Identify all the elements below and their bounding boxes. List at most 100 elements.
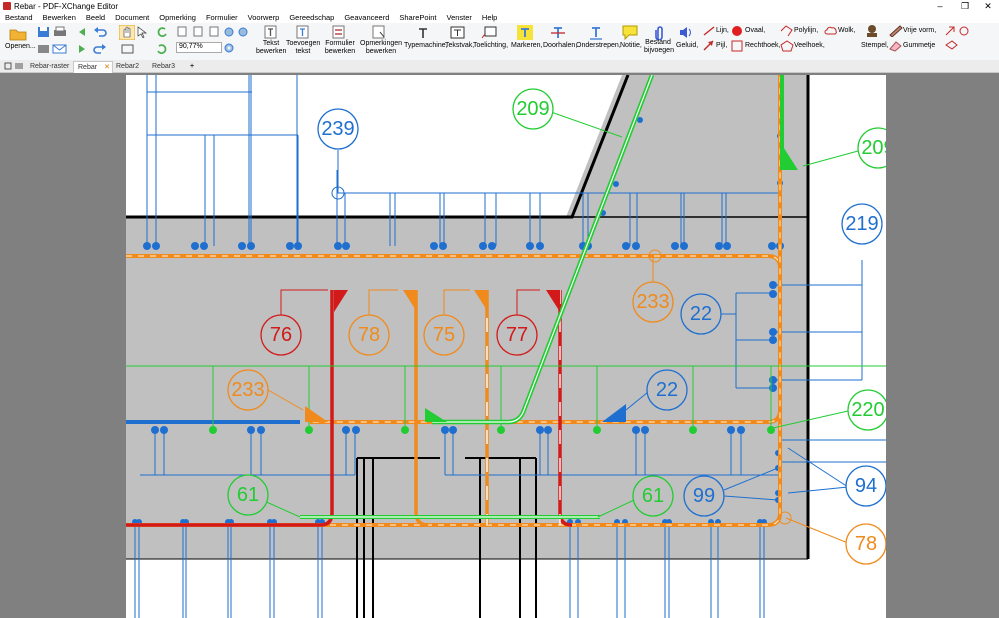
menu-help[interactable]: Help xyxy=(477,13,502,22)
label-233-right[interactable]: 233 xyxy=(636,291,669,313)
minimize-button[interactable]: – xyxy=(930,0,950,12)
attach-file-button[interactable]: Bestand bijvoegen xyxy=(644,39,674,55)
add-text-button[interactable]: Toevoegen tekst xyxy=(286,40,320,56)
line-button[interactable]: Lijn, xyxy=(716,27,729,35)
label-239[interactable]: 239 xyxy=(321,118,354,140)
label-61-left[interactable]: 61 xyxy=(237,484,259,506)
oval-button[interactable]: Ovaal, xyxy=(745,27,765,35)
label-209-b[interactable]: 209 xyxy=(861,137,886,159)
callout-icon[interactable] xyxy=(481,26,497,40)
zoom-in-out-icons[interactable] xyxy=(223,26,251,38)
label-77[interactable]: 77 xyxy=(506,324,528,346)
rectangle-icon[interactable] xyxy=(731,40,743,52)
tab-close-icon[interactable]: ✕ xyxy=(104,62,110,73)
label-78-top[interactable]: 78 xyxy=(358,324,380,346)
tab-rebar-raster[interactable]: Rebar-raster xyxy=(26,61,70,72)
strikeout-button[interactable]: Doorhalen, xyxy=(543,42,577,50)
label-94[interactable]: 94 xyxy=(855,475,877,497)
edit-text-button[interactable]: Tekst bewerken xyxy=(256,40,286,56)
edit-text-icon[interactable] xyxy=(264,25,278,39)
label-61-right[interactable]: 61 xyxy=(642,485,664,507)
menu-bewerken[interactable]: Bewerken xyxy=(38,13,81,22)
callout-button[interactable]: Toelichting, xyxy=(473,42,508,50)
oval-icon[interactable] xyxy=(731,25,743,37)
label-75[interactable]: 75 xyxy=(433,324,455,346)
line-icon[interactable] xyxy=(703,26,715,36)
cloud-button[interactable]: Wolk, xyxy=(838,27,855,35)
hamburger-icon[interactable] xyxy=(15,62,23,70)
freehand-icon[interactable] xyxy=(889,25,903,37)
menu-bestand[interactable]: Bestand xyxy=(0,13,38,22)
note-button[interactable]: Notitie, xyxy=(620,42,642,50)
eraser-icon[interactable] xyxy=(889,40,903,52)
maximize-button[interactable]: ❐ xyxy=(955,0,975,12)
form-edit-icon[interactable] xyxy=(332,25,346,39)
snapshot-icon[interactable] xyxy=(121,43,135,55)
folder-open-icon[interactable] xyxy=(9,27,27,41)
add-text-icon[interactable] xyxy=(296,25,310,39)
menu-beeld[interactable]: Beeld xyxy=(81,13,110,22)
rectangle-button[interactable]: Rechthoek, xyxy=(745,42,780,50)
tab-rebar[interactable]: Rebar ✕ xyxy=(73,61,113,73)
highlight-icon[interactable] xyxy=(517,25,533,40)
typewriter-button[interactable]: Typemachine, xyxy=(404,42,448,50)
menu-sharepoint[interactable]: SharePoint xyxy=(394,13,441,22)
print-icon[interactable] xyxy=(52,26,68,38)
strikeout-icon[interactable] xyxy=(550,25,566,40)
undo-icon[interactable] xyxy=(93,26,107,38)
underline-icon[interactable] xyxy=(588,25,604,40)
measure-tools-icons[interactable] xyxy=(944,25,972,53)
polygon-button[interactable]: Veelhoek, xyxy=(794,42,825,50)
menu-venster[interactable]: Venster xyxy=(441,13,476,22)
form-edit-button[interactable]: Formulier bewerken xyxy=(323,40,357,56)
stamp-button[interactable]: Stempel, xyxy=(861,42,889,50)
arrow-icon[interactable] xyxy=(703,40,715,51)
underline-button[interactable]: Onderstrepen, xyxy=(576,42,621,50)
sound-icon[interactable] xyxy=(678,25,694,40)
previous-view-icon[interactable] xyxy=(76,26,88,38)
zoom-tool-icon[interactable] xyxy=(223,42,235,54)
textbox-button[interactable]: Tekstvak, xyxy=(445,42,474,50)
menu-geavanceerd[interactable]: Geavanceerd xyxy=(339,13,394,22)
typewriter-icon[interactable] xyxy=(416,26,430,40)
scan-icon[interactable] xyxy=(37,43,51,55)
menu-document[interactable]: Document xyxy=(110,13,154,22)
hand-tool-icon[interactable] xyxy=(119,25,135,40)
tab-list-icon[interactable] xyxy=(4,62,12,70)
tab-rebar2[interactable]: Rebar2 xyxy=(112,61,148,72)
polygon-icon[interactable] xyxy=(780,40,794,52)
tab-rebar3[interactable]: Rebar3 xyxy=(148,61,184,72)
new-tab-button[interactable]: + xyxy=(186,61,200,72)
rotate-right-icon[interactable] xyxy=(156,43,168,55)
highlight-button[interactable]: Markeren, xyxy=(511,42,543,50)
close-window-button[interactable]: ✕ xyxy=(978,0,998,12)
label-22-center[interactable]: 22 xyxy=(656,379,678,401)
label-209-a[interactable]: 209 xyxy=(516,98,549,120)
textbox-icon[interactable] xyxy=(450,26,466,40)
menu-gereedschap[interactable]: Gereedschap xyxy=(284,13,339,22)
rotate-left-icon[interactable] xyxy=(156,26,168,38)
menu-formulier[interactable]: Formulier xyxy=(201,13,243,22)
label-233-left[interactable]: 233 xyxy=(231,379,264,401)
zoom-input[interactable]: 90,77% xyxy=(176,42,222,53)
label-78-bottom[interactable]: 78 xyxy=(855,533,877,555)
label-219[interactable]: 219 xyxy=(845,213,878,235)
comments-edit-icon[interactable] xyxy=(372,25,386,39)
label-76[interactable]: 76 xyxy=(270,324,292,346)
cloud-icon[interactable] xyxy=(824,25,838,37)
sound-button[interactable]: Geluid, xyxy=(676,42,698,50)
pdf-page[interactable]: 239 209 209 219 233 22 76 78 75 77 233 2… xyxy=(126,75,886,618)
comments-edit-button[interactable]: Opmerkingen bewerken xyxy=(360,40,402,56)
next-view-icon[interactable] xyxy=(76,43,88,55)
label-99[interactable]: 99 xyxy=(693,485,715,507)
page-fit-icons[interactable] xyxy=(176,26,224,37)
note-icon[interactable] xyxy=(622,25,638,40)
email-icon[interactable] xyxy=(52,43,68,55)
label-22-right[interactable]: 22 xyxy=(690,303,712,325)
menu-voorwerp[interactable]: Voorwerp xyxy=(243,13,285,22)
attach-file-icon[interactable] xyxy=(652,25,664,40)
save-icon[interactable] xyxy=(37,26,51,38)
arrow-button[interactable]: Pijl, xyxy=(716,42,727,50)
redo-icon[interactable] xyxy=(93,43,107,55)
label-220[interactable]: 220 xyxy=(851,399,884,421)
